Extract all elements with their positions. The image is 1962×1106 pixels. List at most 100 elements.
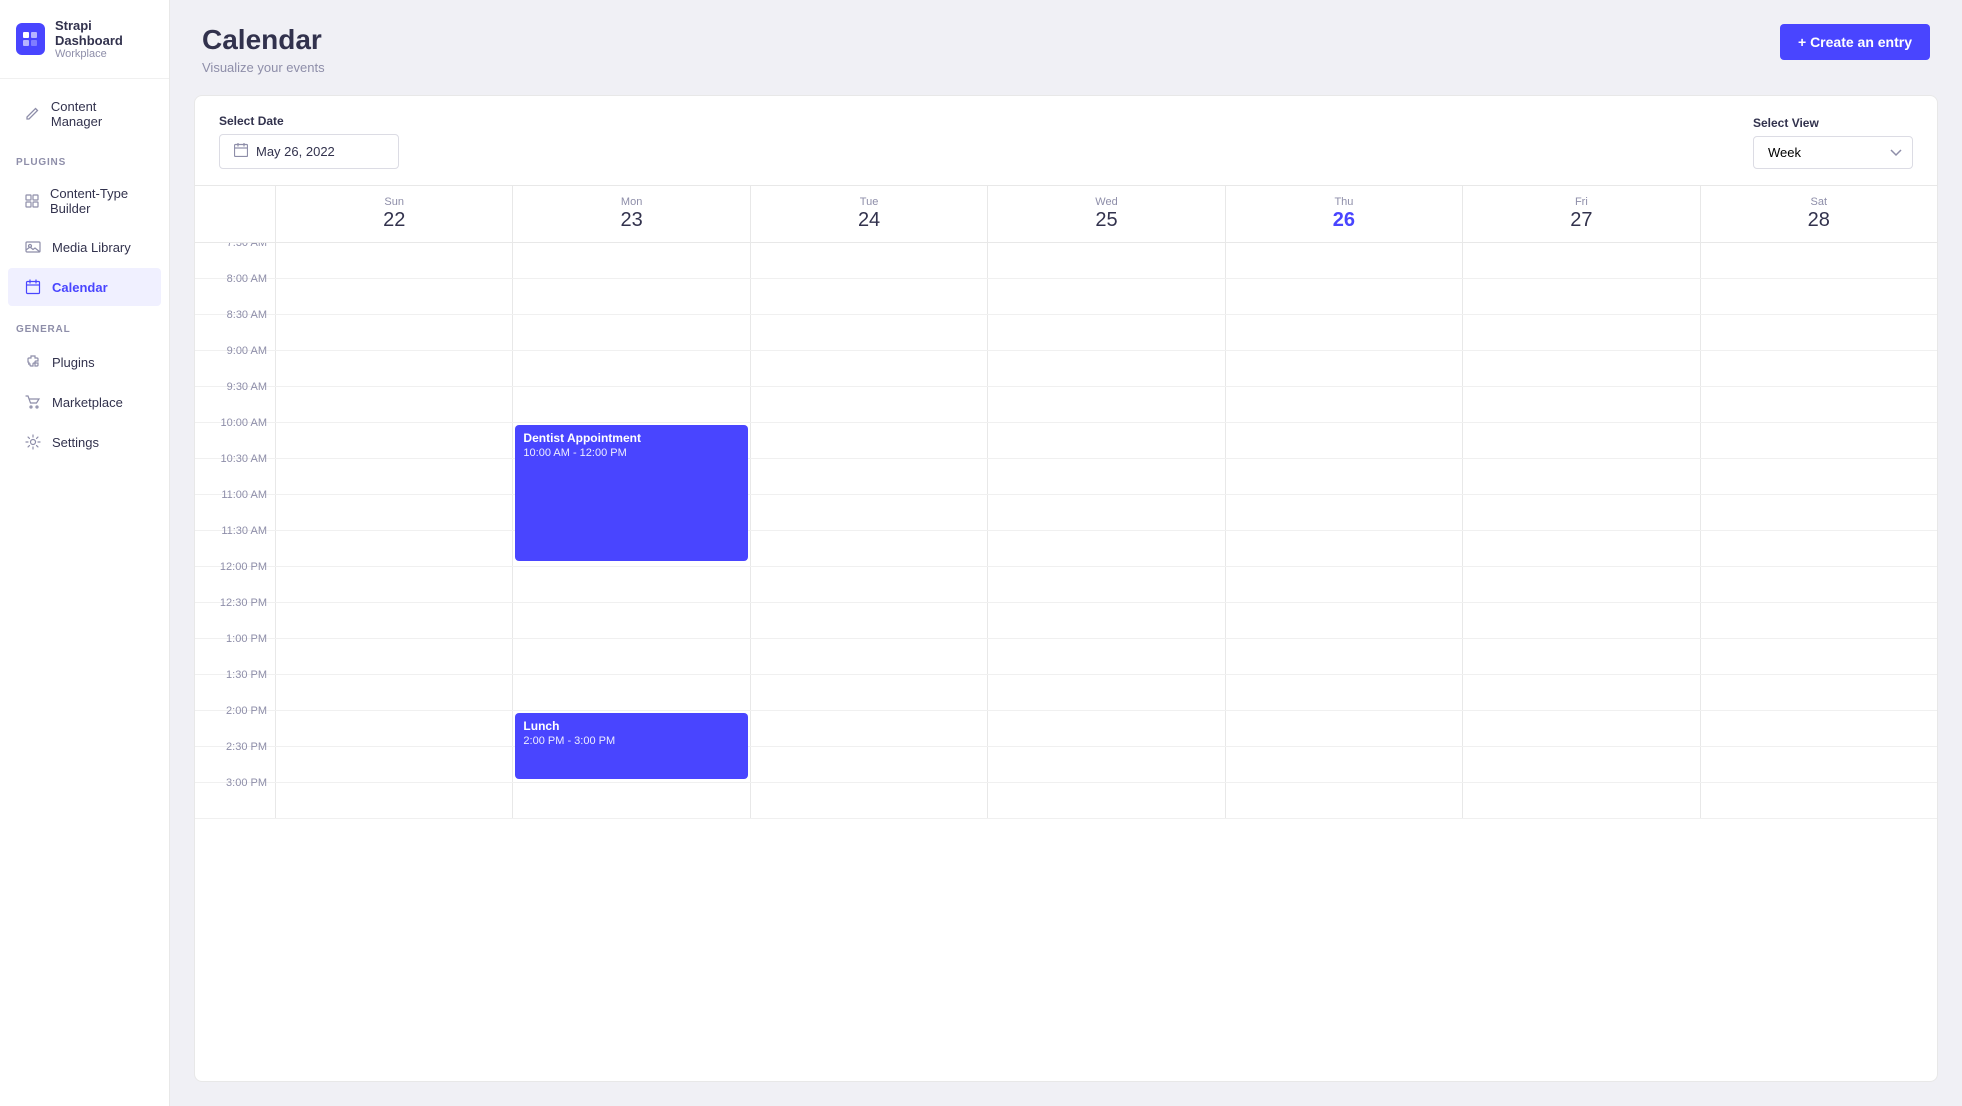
time-cell[interactable] — [1462, 423, 1699, 458]
time-cell[interactable] — [1225, 711, 1462, 746]
time-cell[interactable] — [1225, 423, 1462, 458]
sidebar-item-plugins[interactable]: Plugins — [8, 343, 161, 381]
time-cell[interactable] — [512, 351, 749, 386]
time-cell[interactable] — [750, 639, 987, 674]
sidebar-item-calendar[interactable]: Calendar — [8, 268, 161, 306]
time-cell[interactable] — [1700, 423, 1937, 458]
time-cell[interactable] — [1225, 387, 1462, 422]
time-cell[interactable] — [1700, 567, 1937, 602]
time-cell[interactable] — [1462, 675, 1699, 710]
time-cell[interactable] — [1225, 495, 1462, 530]
time-cell[interactable] — [512, 387, 749, 422]
time-cell[interactable] — [275, 495, 512, 530]
time-cell[interactable] — [987, 243, 1224, 278]
time-cell[interactable] — [1462, 279, 1699, 314]
time-cell[interactable] — [987, 675, 1224, 710]
time-cell[interactable] — [750, 711, 987, 746]
time-cell[interactable] — [987, 495, 1224, 530]
time-cell[interactable] — [275, 747, 512, 782]
time-cell[interactable] — [512, 567, 749, 602]
time-cell[interactable] — [1462, 747, 1699, 782]
time-cell[interactable] — [1462, 711, 1699, 746]
time-cell[interactable] — [1700, 279, 1937, 314]
time-cell[interactable] — [1462, 315, 1699, 350]
time-cell[interactable] — [987, 423, 1224, 458]
time-cell[interactable] — [512, 243, 749, 278]
date-picker-button[interactable]: May 26, 2022 — [219, 134, 399, 169]
time-cell[interactable] — [987, 279, 1224, 314]
time-cell[interactable] — [1462, 603, 1699, 638]
time-cell[interactable] — [1225, 747, 1462, 782]
time-cell[interactable] — [1225, 351, 1462, 386]
time-cell[interactable] — [750, 459, 987, 494]
time-cell[interactable] — [1462, 531, 1699, 566]
time-cell[interactable] — [1462, 495, 1699, 530]
time-cell[interactable] — [275, 531, 512, 566]
sidebar-item-marketplace[interactable]: Marketplace — [8, 383, 161, 421]
time-cell[interactable] — [750, 495, 987, 530]
time-cell[interactable] — [1225, 639, 1462, 674]
time-cell[interactable] — [987, 639, 1224, 674]
time-cell[interactable] — [275, 459, 512, 494]
event-lunch[interactable]: Lunch 2:00 PM - 3:00 PM — [515, 713, 747, 779]
time-cell[interactable] — [275, 243, 512, 278]
sidebar-item-media-library[interactable]: Media Library — [8, 228, 161, 266]
time-cell[interactable] — [512, 675, 749, 710]
time-cell[interactable] — [750, 279, 987, 314]
time-cell[interactable]: Dentist Appointment 10:00 AM - 12:00 PM — [512, 423, 749, 458]
sidebar-item-settings[interactable]: Settings — [8, 423, 161, 461]
time-cell[interactable] — [512, 315, 749, 350]
time-cell[interactable] — [750, 387, 987, 422]
time-cell[interactable] — [987, 387, 1224, 422]
time-cell[interactable] — [1700, 459, 1937, 494]
time-cell[interactable] — [987, 567, 1224, 602]
time-cell[interactable] — [1700, 315, 1937, 350]
time-cell[interactable]: Lunch 2:00 PM - 3:00 PM — [512, 711, 749, 746]
time-cell[interactable] — [987, 531, 1224, 566]
time-cell[interactable] — [275, 783, 512, 818]
time-cell[interactable] — [987, 459, 1224, 494]
time-cell[interactable] — [750, 783, 987, 818]
time-cell[interactable] — [987, 711, 1224, 746]
time-cell[interactable] — [1700, 675, 1937, 710]
time-cell[interactable] — [1225, 603, 1462, 638]
time-cell[interactable] — [512, 603, 749, 638]
time-cell[interactable] — [275, 675, 512, 710]
time-cell[interactable] — [987, 603, 1224, 638]
time-cell[interactable] — [1700, 783, 1937, 818]
time-cell[interactable] — [1462, 243, 1699, 278]
time-cell[interactable] — [1700, 243, 1937, 278]
time-cell[interactable] — [1700, 495, 1937, 530]
time-cell[interactable] — [750, 315, 987, 350]
time-cell[interactable] — [512, 639, 749, 674]
time-cell[interactable] — [987, 351, 1224, 386]
time-cell[interactable] — [1225, 675, 1462, 710]
time-cell[interactable] — [275, 567, 512, 602]
time-cell[interactable] — [750, 567, 987, 602]
time-cell[interactable] — [275, 639, 512, 674]
sidebar-item-content-type-builder[interactable]: Content-Type Builder — [8, 176, 161, 226]
time-cell[interactable] — [1462, 639, 1699, 674]
time-cell[interactable] — [275, 315, 512, 350]
time-cell[interactable] — [1225, 315, 1462, 350]
time-cell[interactable] — [1700, 711, 1937, 746]
time-cell[interactable] — [275, 351, 512, 386]
time-cell[interactable] — [1700, 747, 1937, 782]
time-cell[interactable] — [1700, 387, 1937, 422]
time-cell[interactable] — [750, 675, 987, 710]
time-cell[interactable] — [1225, 531, 1462, 566]
view-select-dropdown[interactable]: Day Week Month — [1753, 136, 1913, 169]
time-cell[interactable] — [750, 423, 987, 458]
time-cell[interactable] — [750, 747, 987, 782]
time-cell[interactable] — [750, 351, 987, 386]
time-cell[interactable] — [1700, 531, 1937, 566]
time-cell[interactable] — [1225, 459, 1462, 494]
time-cell[interactable] — [1225, 567, 1462, 602]
time-cell[interactable] — [987, 783, 1224, 818]
create-entry-button[interactable]: + Create an entry — [1780, 24, 1930, 60]
time-cell[interactable] — [750, 531, 987, 566]
time-cell[interactable] — [512, 279, 749, 314]
time-cell[interactable] — [1700, 351, 1937, 386]
event-dentist[interactable]: Dentist Appointment 10:00 AM - 12:00 PM — [515, 425, 747, 561]
time-cell[interactable] — [275, 387, 512, 422]
